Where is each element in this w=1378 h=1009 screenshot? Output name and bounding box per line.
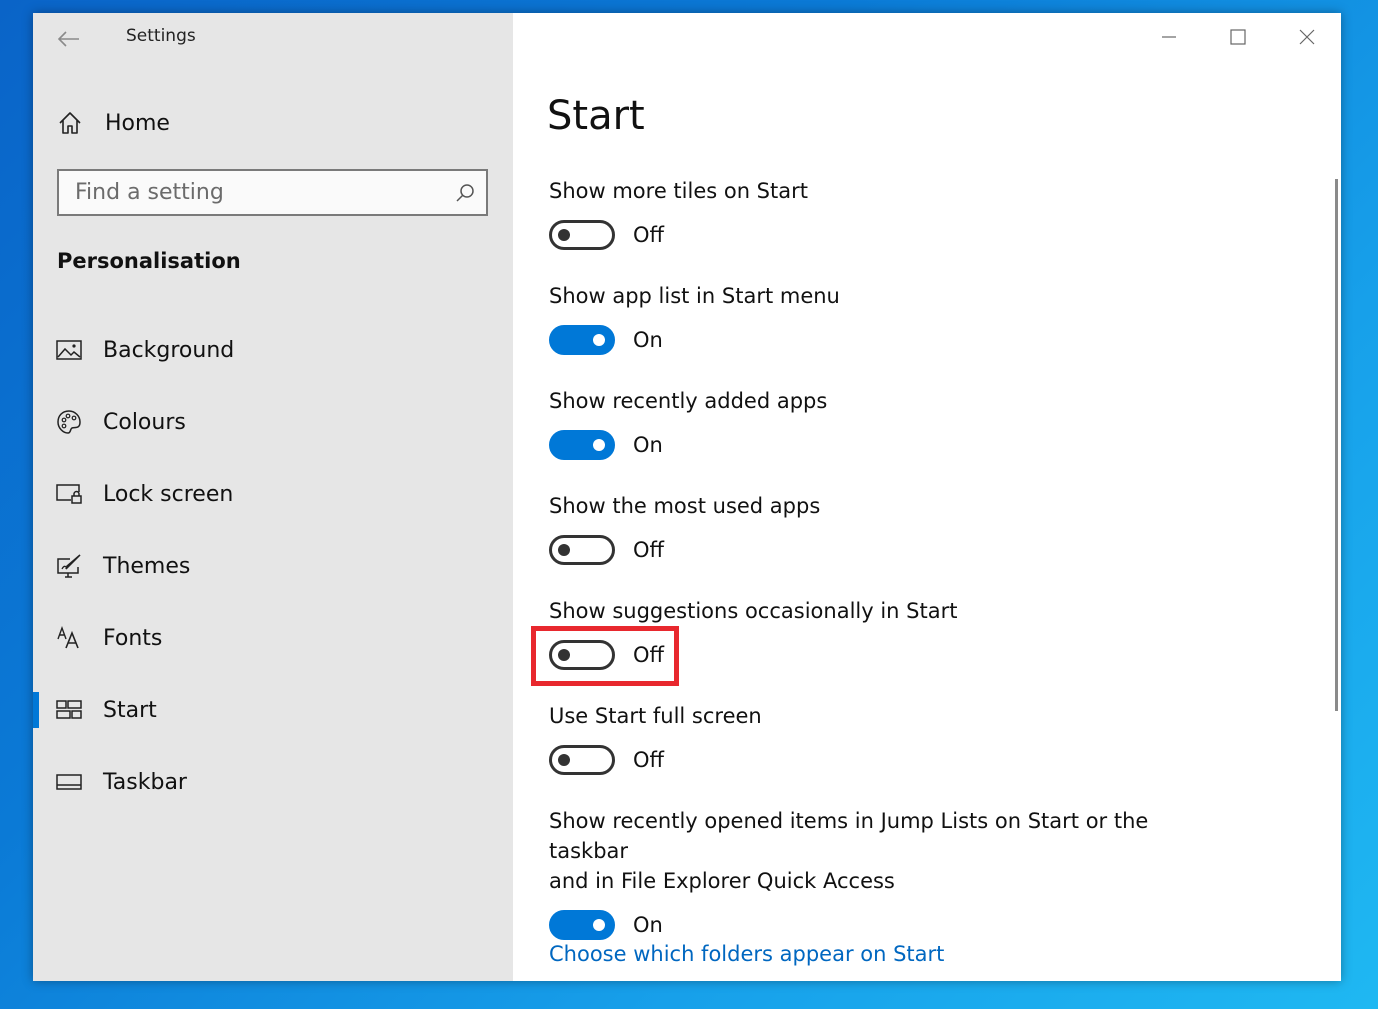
setting-start-full-screen: Use Start full screen Off (549, 701, 1229, 776)
toggle-row: On (549, 909, 1229, 941)
search-input[interactable] (59, 171, 455, 214)
home-nav-item[interactable]: Home (57, 105, 170, 141)
maximize-button[interactable] (1203, 13, 1272, 61)
toggle-knob (593, 334, 605, 346)
toggle-switch[interactable] (549, 325, 615, 355)
sidebar-nav: Background Colours Lock screen Themes Fo… (33, 314, 513, 818)
settings-window: Settings Home Personalisation (33, 13, 1341, 981)
sidebar-item-background[interactable]: Background (33, 314, 513, 386)
picture-icon (55, 336, 83, 364)
back-button[interactable] (53, 23, 85, 55)
setting-label: Show suggestions occasionally in Start (549, 599, 958, 623)
scrollbar[interactable] (1335, 179, 1338, 711)
back-arrow-icon (58, 31, 79, 47)
toggle-switch[interactable] (549, 430, 615, 460)
toggle-row: Off (549, 219, 1229, 251)
sidebar-item-label: Lock screen (103, 481, 234, 507)
fonts-icon (55, 624, 83, 652)
section-heading: Personalisation (57, 249, 241, 273)
setting-label-line2: and in File Explorer Quick Access (549, 869, 895, 893)
toggle-switch[interactable] (549, 910, 615, 940)
setting-label: Show more tiles on Start (549, 179, 808, 203)
toggle-switch[interactable] (549, 745, 615, 775)
page-title: Start (547, 93, 645, 139)
sidebar-item-lock-screen[interactable]: Lock screen (33, 458, 513, 530)
close-icon (1299, 29, 1314, 45)
palette-icon (55, 408, 83, 436)
sidebar-item-label: Fonts (103, 625, 163, 651)
toggle-state: Off (633, 223, 664, 247)
sidebar-item-themes[interactable]: Themes (33, 530, 513, 602)
app-title: Settings (126, 26, 196, 46)
setting-label: Show recently added apps (549, 389, 828, 413)
toggle-state: On (633, 913, 663, 937)
toggle-knob (558, 754, 570, 766)
toggle-switch[interactable] (549, 535, 615, 565)
sidebar-item-label: Colours (103, 409, 186, 435)
sidebar-item-colours[interactable]: Colours (33, 386, 513, 458)
sidebar-item-start[interactable]: Start (33, 674, 513, 746)
toggle-row: On (549, 429, 1229, 461)
toggle-state: Off (633, 538, 664, 562)
toggle-row: Off (549, 744, 1229, 776)
toggle-state: Off (633, 748, 664, 772)
themes-icon (55, 552, 83, 580)
home-icon (59, 112, 81, 134)
maximize-icon (1229, 29, 1246, 45)
sidebar-item-taskbar[interactable]: Taskbar (33, 746, 513, 818)
close-button[interactable] (1272, 13, 1341, 61)
sidebar-item-label: Themes (103, 553, 191, 579)
taskbar-icon (55, 768, 83, 796)
setting-show-more-tiles: Show more tiles on Start Off (549, 176, 1229, 251)
toggle-state: On (633, 328, 663, 352)
setting-show-app-list: Show app list in Start menu On (549, 281, 1229, 356)
sidebar: Settings Home Personalisation (33, 13, 513, 981)
toggle-knob (593, 919, 605, 931)
toggle-state: On (633, 433, 663, 457)
home-label: Home (105, 110, 170, 136)
main-content: Start Show more tiles on Start Off Show … (513, 13, 1341, 981)
setting-label: Show app list in Start menu (549, 284, 840, 308)
search-box[interactable] (57, 169, 488, 216)
minimize-icon (1161, 36, 1176, 38)
toggle-switch[interactable] (549, 220, 615, 250)
toggle-knob (558, 229, 570, 241)
sidebar-item-label: Taskbar (103, 769, 187, 795)
setting-most-used-apps: Show the most used apps Off (549, 491, 1229, 566)
highlight-box (531, 626, 679, 686)
setting-label: Show recently opened items in Jump Lists… (549, 809, 1149, 863)
setting-label: Show the most used apps (549, 494, 821, 518)
search-icon[interactable] (454, 182, 476, 204)
toggle-knob (558, 544, 570, 556)
toggle-knob (593, 439, 605, 451)
sidebar-item-label: Background (103, 337, 235, 363)
sidebar-item-label: Start (103, 697, 157, 723)
minimize-button[interactable] (1134, 13, 1203, 61)
window-controls (1134, 13, 1341, 61)
start-icon (55, 696, 83, 724)
toggle-row: On (549, 324, 1229, 356)
lock-screen-icon (55, 480, 83, 508)
setting-recently-added-apps: Show recently added apps On (549, 386, 1229, 461)
setting-label: Use Start full screen (549, 704, 762, 728)
toggle-row: Off (549, 534, 1229, 566)
setting-jump-lists: Show recently opened items in Jump Lists… (549, 806, 1229, 941)
sidebar-item-fonts[interactable]: Fonts (33, 602, 513, 674)
choose-folders-link[interactable]: Choose which folders appear on Start (549, 942, 944, 966)
